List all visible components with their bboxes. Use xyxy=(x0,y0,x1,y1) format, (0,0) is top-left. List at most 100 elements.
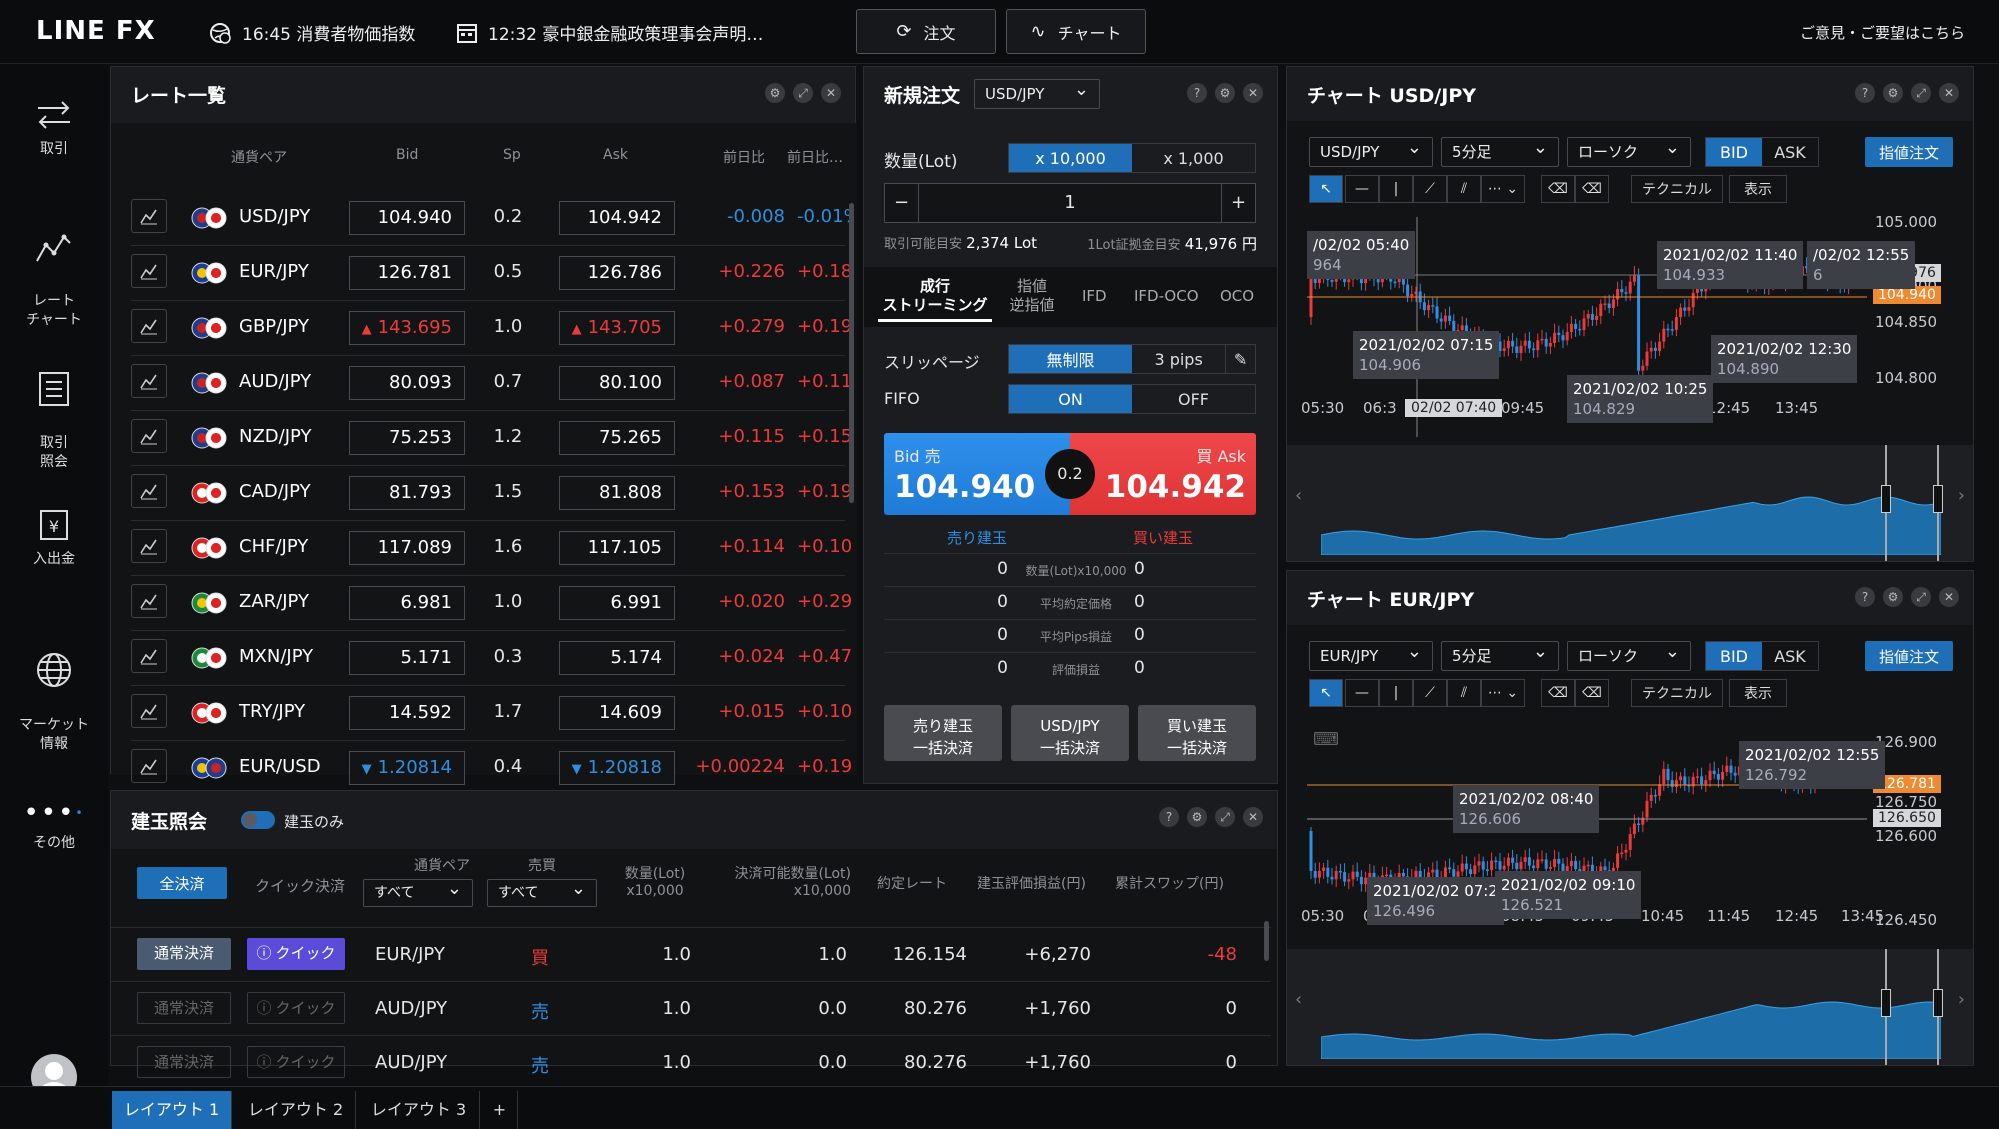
ask-rate-button[interactable]: ▲ 143.705 xyxy=(559,311,675,345)
vertical-line-icon[interactable]: | xyxy=(1379,175,1413,203)
nav-history[interactable]: 取引 照会 xyxy=(0,352,108,472)
close-icon[interactable]: ✕ xyxy=(1939,587,1959,607)
quick-close-button[interactable]: ⓘ クイック xyxy=(247,1046,345,1078)
rate-row-nzd-jpy[interactable]: NZD/JPY 75.253 1.2 75.265 +0.115 +0.15% xyxy=(111,411,851,466)
ask-rate-button[interactable]: 104.942 xyxy=(559,201,675,235)
bid-rate-button[interactable]: 14.592 xyxy=(349,696,465,730)
ask-rate-button[interactable]: 80.100 xyxy=(559,366,675,400)
qty-input[interactable]: 1 xyxy=(919,184,1221,222)
nav-trade[interactable]: 取引 xyxy=(0,96,108,159)
scroll-left-icon[interactable]: ‹ xyxy=(1295,485,1302,506)
tab-limit-stop[interactable]: 指値 逆指値 xyxy=(1002,277,1062,315)
bid-rate-button[interactable]: 126.781 xyxy=(349,256,465,290)
expand-icon[interactable]: ⤢ xyxy=(1911,587,1931,607)
qty-minus-button[interactable]: − xyxy=(885,184,919,222)
scroll-left-icon[interactable]: ‹ xyxy=(1295,989,1302,1010)
mini-chart-button[interactable] xyxy=(131,474,167,508)
bid-rate-button[interactable]: 5.171 xyxy=(349,641,465,675)
gear-icon[interactable]: ⚙ xyxy=(1187,807,1207,827)
tab-ifd-oco[interactable]: IFD-OCO xyxy=(1134,287,1199,305)
close-icon[interactable]: ✕ xyxy=(1243,83,1263,103)
rate-row-chf-jpy[interactable]: CHF/JPY 117.089 1.6 117.105 +0.114 +0.10% xyxy=(111,521,851,576)
chart-type-select[interactable]: ローソク xyxy=(1567,638,1691,671)
order-button[interactable]: ⟳ 注文 xyxy=(856,9,996,54)
expand-icon[interactable]: ⤢ xyxy=(793,83,813,103)
close-icon[interactable]: ✕ xyxy=(1939,83,1959,103)
layout-tab-1[interactable]: レイアウト 1 xyxy=(112,1091,232,1129)
ask-rate-button[interactable]: 75.265 xyxy=(559,421,675,455)
rate-row-usd-jpy[interactable]: USD/JPY 104.940 0.2 104.942 -0.008 -0.01% xyxy=(111,191,851,246)
close-all-sell-button[interactable]: 売り建玉 一括決済 xyxy=(884,705,1002,761)
mini-chart-button[interactable] xyxy=(131,199,167,233)
buy-ask-button[interactable]: 買 Ask 104.942 xyxy=(1070,433,1256,515)
limit-order-button[interactable]: 指値注文 xyxy=(1865,137,1953,167)
navigator-grip-right[interactable] xyxy=(1933,485,1943,513)
rate-row-eur-usd[interactable]: EUR/USD ▼ 1.20814 0.4 ▼ 1.20818 +0.00224 +0.19% xyxy=(111,741,851,796)
normal-close-button[interactable]: 通常決済 xyxy=(137,1046,231,1078)
mini-chart-button[interactable] xyxy=(131,694,167,728)
mini-chart-button[interactable] xyxy=(131,419,167,453)
technical-button[interactable]: テクニカル xyxy=(1631,679,1723,707)
horizontal-line-icon[interactable]: — xyxy=(1345,679,1379,707)
vertical-line-icon[interactable]: | xyxy=(1379,679,1413,707)
trend-line-icon[interactable]: ⟋ xyxy=(1413,175,1447,203)
display-button[interactable]: 表示 xyxy=(1729,679,1787,707)
more-tools-icon[interactable]: ⋯ ⌄ xyxy=(1481,175,1525,203)
slip-3pips[interactable]: 3 pips xyxy=(1132,345,1225,373)
rate-row-cad-jpy[interactable]: CAD/JPY 81.793 1.5 81.808 +0.153 +0.19% xyxy=(111,466,851,521)
positions-only-toggle[interactable] xyxy=(241,811,275,829)
limit-order-button[interactable]: 指値注文 xyxy=(1865,641,1953,671)
quick-close-button[interactable]: ⓘ クイック xyxy=(247,992,345,1024)
eraser-icon[interactable]: ⌫ xyxy=(1541,175,1575,203)
nav-deposit[interactable]: ¥ 入出金 xyxy=(0,506,108,569)
mini-chart-button[interactable] xyxy=(131,254,167,288)
ask-rate-button[interactable]: 81.808 xyxy=(559,476,675,510)
gear-icon[interactable]: ⚙ xyxy=(1883,83,1903,103)
expand-icon[interactable]: ⤢ xyxy=(1215,807,1235,827)
tab-market-streaming[interactable]: 成行 ストリーミング xyxy=(878,277,992,322)
close-all-buy-button[interactable]: 買い建玉 一括決済 xyxy=(1138,705,1256,761)
order-pair-select[interactable]: USD/JPY xyxy=(974,76,1100,109)
mini-chart-button[interactable] xyxy=(131,639,167,673)
chart-button[interactable]: ∿ チャート xyxy=(1006,9,1146,54)
close-icon[interactable]: ✕ xyxy=(1243,807,1263,827)
pair-filter-select[interactable]: すべて xyxy=(363,876,473,907)
ask-toggle[interactable]: ASK xyxy=(1762,138,1818,166)
layout-tab-3[interactable]: レイアウト 3 xyxy=(358,1091,480,1129)
ask-rate-button[interactable]: 117.105 xyxy=(559,531,675,565)
side-filter-select[interactable]: すべて xyxy=(487,876,597,907)
bid-rate-button[interactable]: 81.793 xyxy=(349,476,465,510)
chart-type-select[interactable]: ローソク xyxy=(1567,134,1691,167)
navigator-grip-left[interactable] xyxy=(1881,485,1891,513)
expand-icon[interactable]: ⤢ xyxy=(1911,83,1931,103)
gear-icon[interactable]: ⚙ xyxy=(1215,83,1235,103)
timeframe-select[interactable]: 5分足 xyxy=(1441,134,1559,167)
slip-unlimited[interactable]: 無制限 xyxy=(1009,345,1132,373)
nav-rate-chart[interactable]: レート チャート xyxy=(0,212,108,330)
bid-rate-button[interactable]: 104.940 xyxy=(349,201,465,235)
ask-rate-button[interactable]: 14.609 xyxy=(559,696,675,730)
sell-bid-button[interactable]: Bid 売 104.940 xyxy=(884,433,1070,515)
feedback-link[interactable]: ご意見・ご要望はこちら xyxy=(1800,22,1965,43)
eraser-all-icon[interactable]: ⌫ xyxy=(1575,175,1609,203)
navigator-grip-left[interactable] xyxy=(1881,989,1891,1017)
chart-pair-select[interactable]: EUR/JPY xyxy=(1309,638,1433,671)
navigator-grip-right[interactable] xyxy=(1933,989,1943,1017)
help-icon[interactable]: ? xyxy=(1159,807,1179,827)
rate-row-zar-jpy[interactable]: ZAR/JPY 6.981 1.0 6.991 +0.020 +0.29% xyxy=(111,576,851,631)
mult-1000[interactable]: x 1,000 xyxy=(1132,144,1255,172)
layout-tab-2[interactable]: レイアウト 2 xyxy=(236,1091,356,1129)
timeframe-select[interactable]: 5分足 xyxy=(1441,638,1559,671)
bid-rate-button[interactable]: 117.089 xyxy=(349,531,465,565)
add-layout-button[interactable]: + xyxy=(482,1091,518,1129)
edit-icon[interactable]: ✎ xyxy=(1225,345,1255,373)
chart-note-icon[interactable]: ⌨ xyxy=(1313,729,1339,750)
news-item-1[interactable]: 16:45 消費者物価指数 xyxy=(208,20,415,45)
mini-chart-button[interactable] xyxy=(131,309,167,343)
mini-chart-button[interactable] xyxy=(131,364,167,398)
fifo-off[interactable]: OFF xyxy=(1132,385,1255,413)
mult-10000[interactable]: x 10,000 xyxy=(1009,144,1132,172)
eraser-icon[interactable]: ⌫ xyxy=(1541,679,1575,707)
gear-icon[interactable]: ⚙ xyxy=(1883,587,1903,607)
bid-toggle[interactable]: BID xyxy=(1706,642,1762,670)
